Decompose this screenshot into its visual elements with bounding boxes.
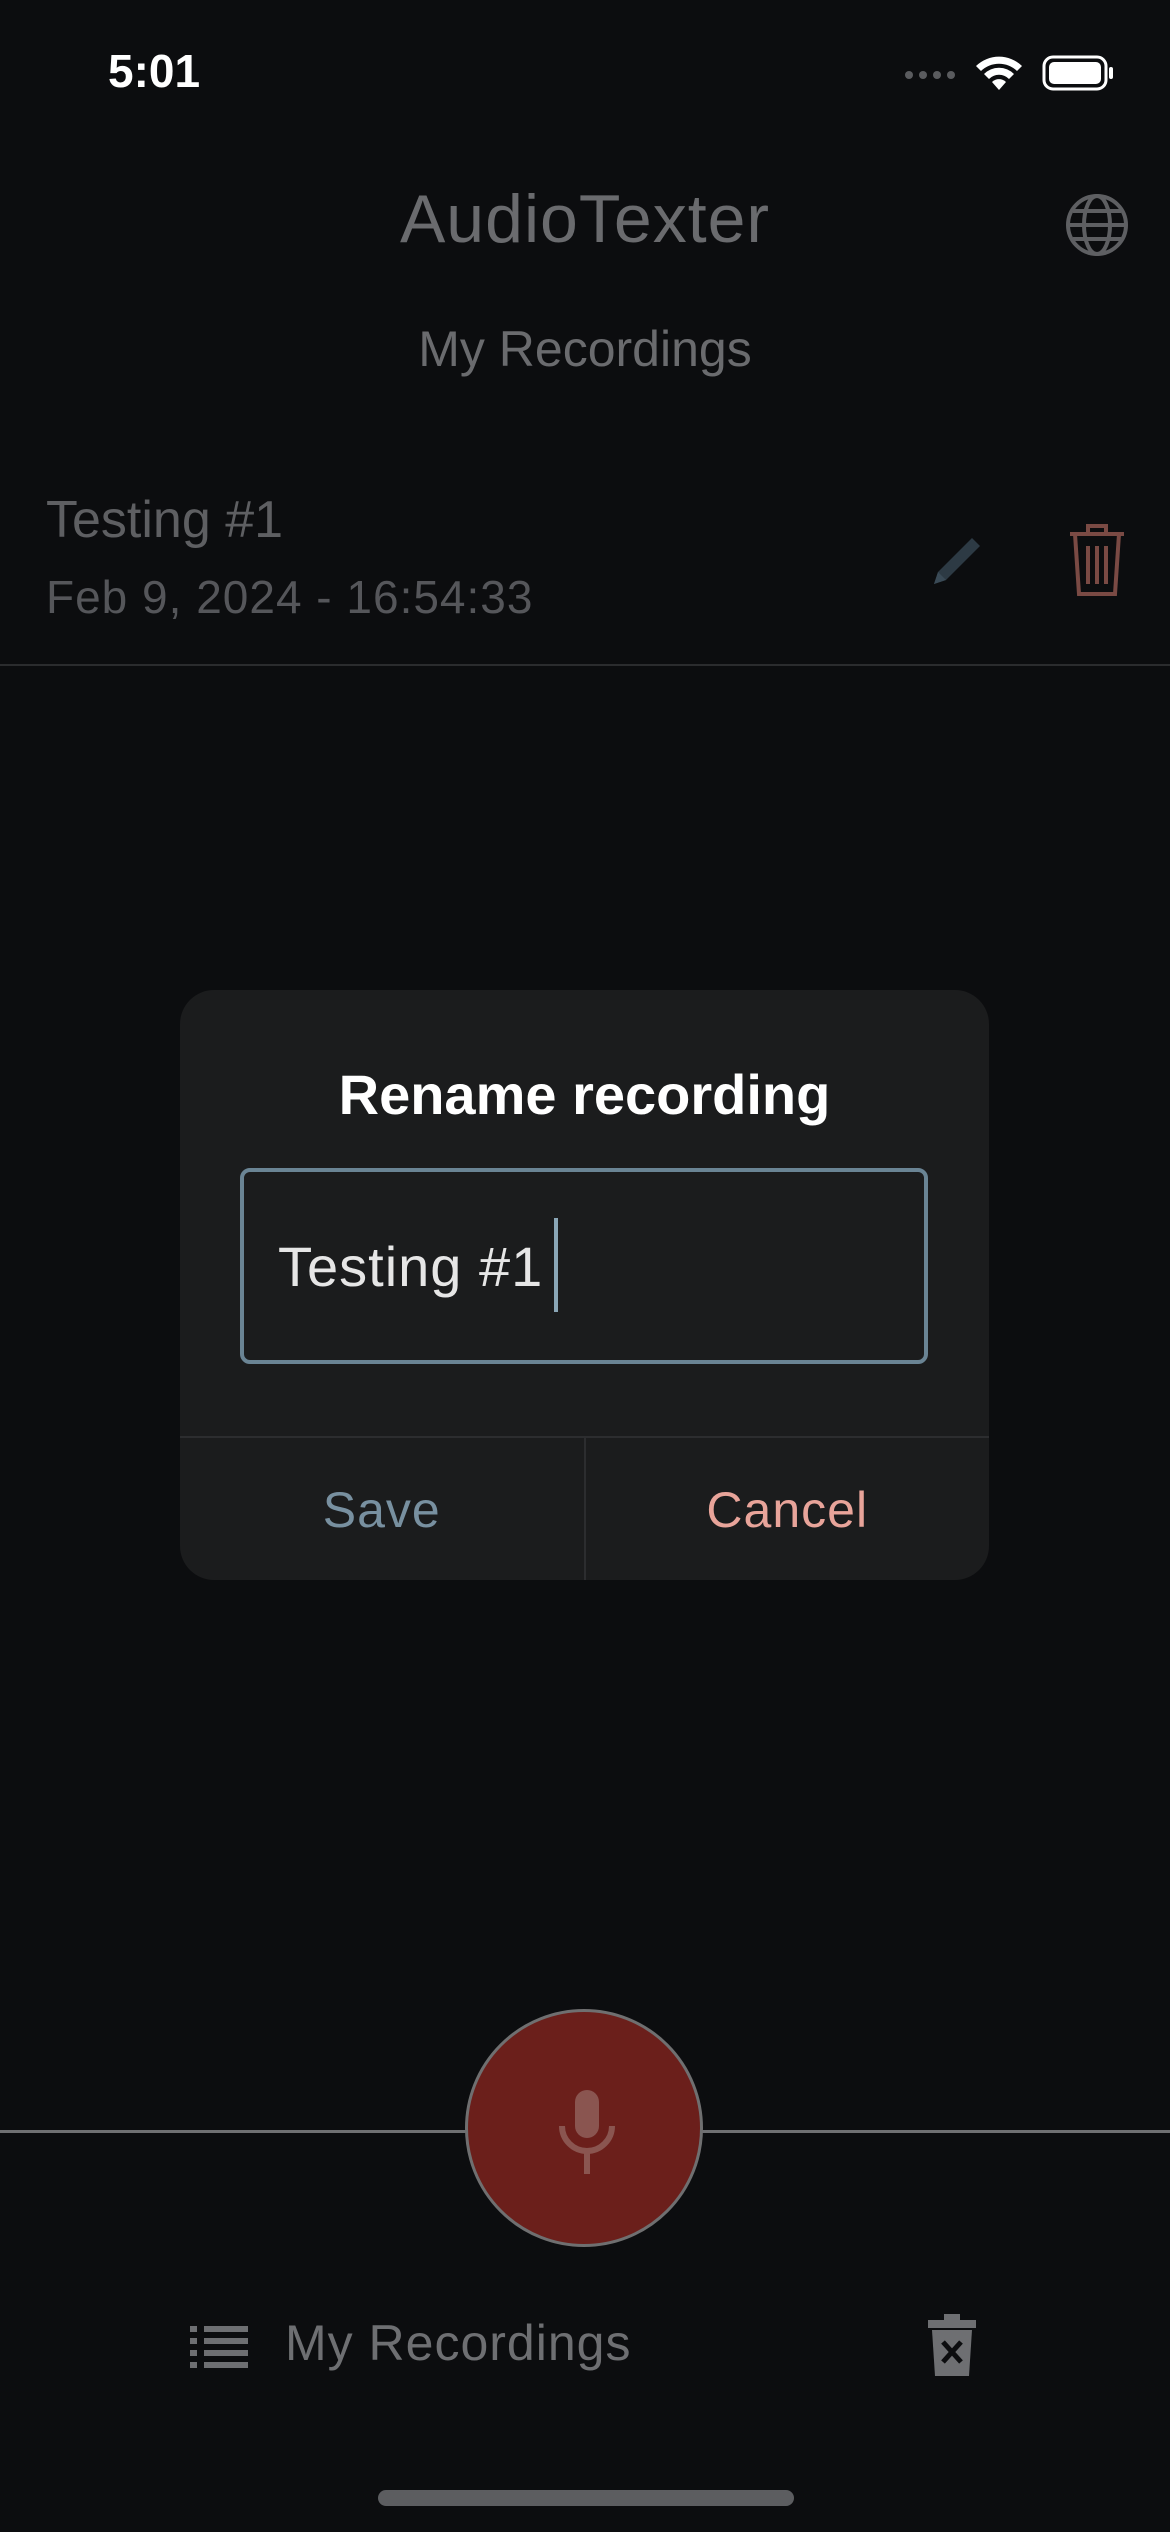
cancel-button[interactable]: Cancel: [586, 1438, 990, 1580]
recordings-nav-label[interactable]: My Recordings: [285, 2314, 631, 2372]
trash-icon: [1070, 524, 1124, 596]
delete-recording-button[interactable]: [1066, 520, 1128, 600]
battery-icon: [1042, 55, 1113, 91]
clear-all-button[interactable]: [928, 2314, 976, 2376]
globe-icon: [1066, 194, 1128, 256]
recording-date: Feb 9, 2024 - 16:54:33: [46, 571, 534, 623]
save-button[interactable]: Save: [180, 1438, 586, 1580]
microphone-icon: [559, 2090, 615, 2174]
text-caret: [554, 1218, 558, 1312]
status-icons: [904, 54, 1114, 92]
signal-dots-icon: [905, 71, 955, 79]
recordings-nav-button[interactable]: [190, 2324, 248, 2368]
rename-dialog: Rename recording Save Cancel: [180, 990, 989, 1580]
pencil-icon: [934, 538, 980, 584]
record-button[interactable]: [465, 2009, 703, 2247]
app-screen: 5:01 AudioTexter My Recordings Testing #…: [0, 0, 1170, 2532]
wifi-icon: [976, 56, 1022, 90]
rename-input[interactable]: [278, 1172, 878, 1360]
recording-list-item[interactable]: Testing #1 Feb 9, 2024 - 16:54:33: [0, 470, 1170, 666]
app-title: AudioTexter: [399, 181, 771, 257]
trash-x-icon: [928, 2314, 976, 2376]
dialog-actions: Save Cancel: [180, 1436, 989, 1580]
recording-name: Testing #1: [46, 491, 284, 549]
list-icon: [190, 2326, 248, 2368]
page-subtitle: My Recordings: [418, 321, 752, 377]
rename-input-container[interactable]: [240, 1168, 928, 1364]
status-time: 5:01: [108, 45, 201, 97]
language-button[interactable]: [1064, 192, 1130, 258]
dialog-title: Rename recording: [338, 1063, 831, 1126]
home-indicator[interactable]: [378, 2490, 794, 2506]
edit-recording-button[interactable]: [920, 526, 992, 598]
